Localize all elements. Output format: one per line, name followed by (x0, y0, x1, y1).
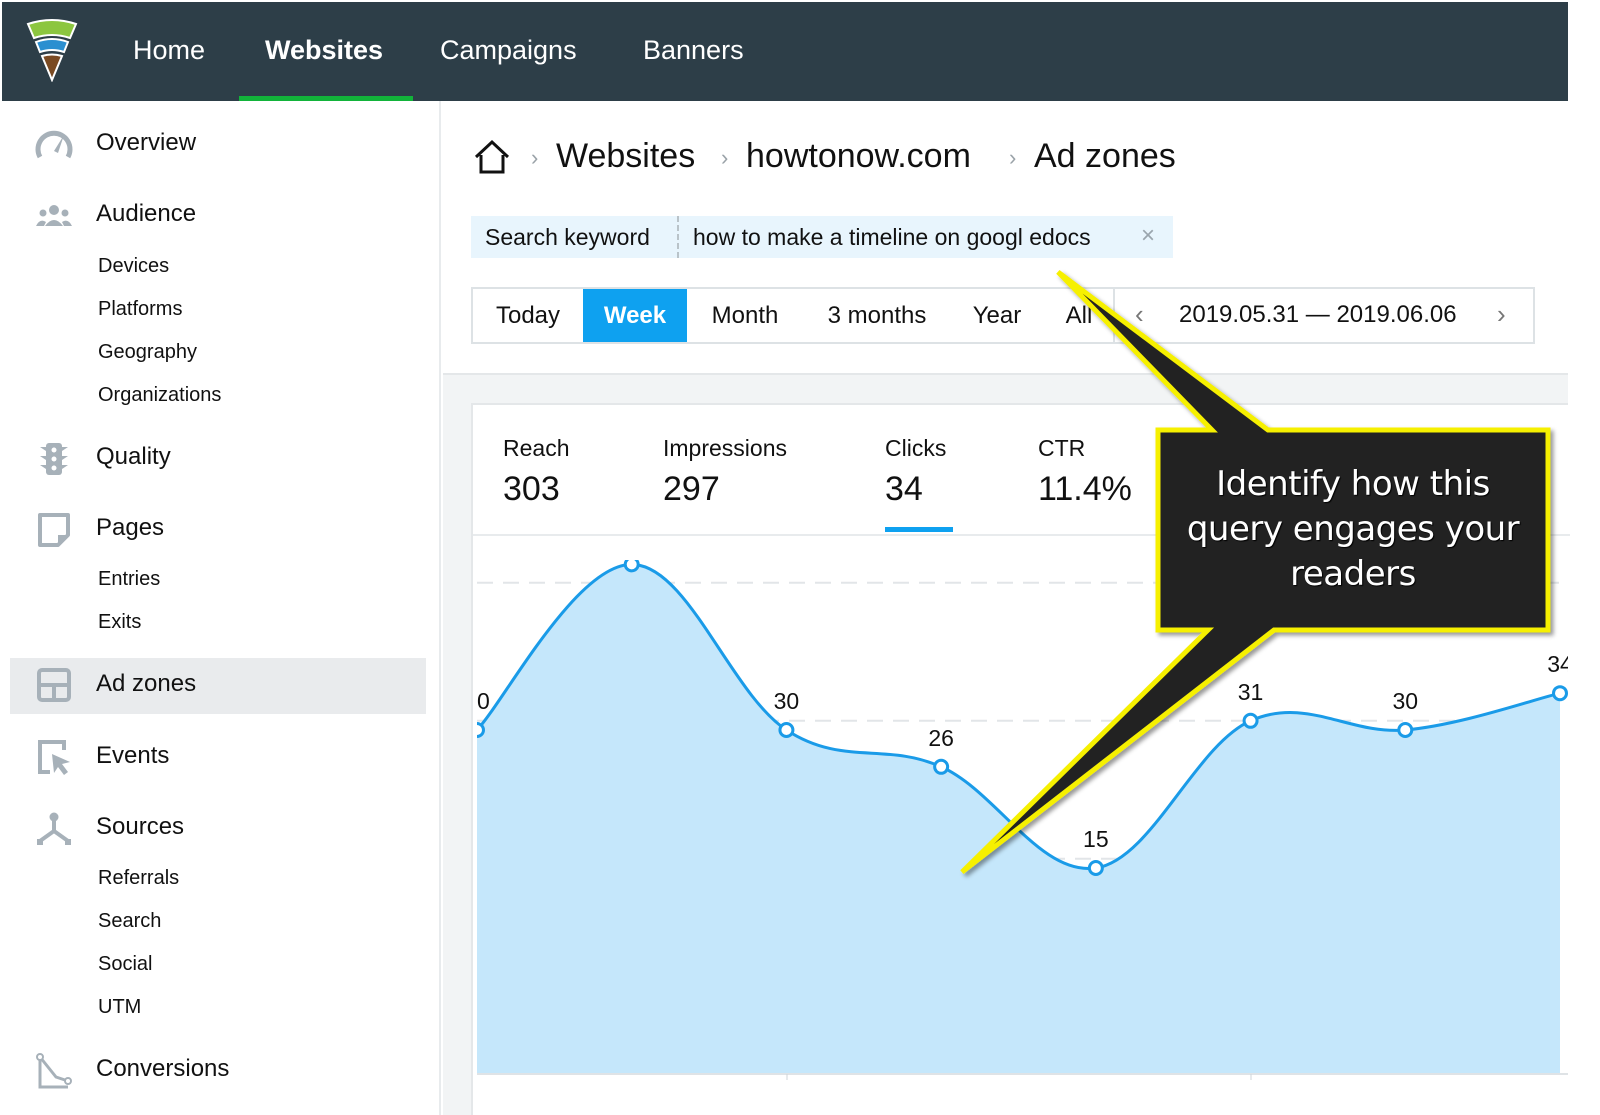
sidebar-item-label: Ad zones (96, 670, 197, 697)
sidebar-item-label: Pages (96, 514, 165, 541)
layout-icon (37, 668, 71, 702)
metric-value: 11.4% (1038, 470, 1132, 508)
callout-line: query engages your (1186, 509, 1520, 549)
chevron-right-icon[interactable]: › (1497, 299, 1506, 330)
period-3-months[interactable]: 3 months (803, 289, 951, 342)
data-label: 34 (1547, 651, 1568, 677)
traffic-light-icon (40, 443, 68, 475)
period-selector: Today Week Month 3 months Year All ‹ 201… (471, 287, 1535, 344)
period-week[interactable]: Week (583, 289, 687, 342)
metric-value: 303 (503, 470, 560, 508)
sidebar-item-quality[interactable]: Quality (10, 431, 426, 487)
breadcrumb-separator-icon: › (531, 145, 539, 170)
callout-text: Identify how this query engages your rea… (1160, 462, 1546, 597)
sidebar-item-label: Events (96, 742, 170, 769)
breadcrumb-separator-icon: › (1009, 145, 1017, 170)
metric-ctr[interactable]: CTR 11.4% (1038, 435, 1132, 509)
top-navigation: Home Websites Campaigns Banners (2, 2, 1568, 102)
breadcrumb-separator-icon: › (721, 145, 729, 170)
callout-line: Identify how this (1216, 464, 1490, 504)
nav-websites[interactable]: Websites (265, 2, 383, 101)
sidebar-item-conversions[interactable]: Conversions (10, 1043, 426, 1099)
data-label: 30 (477, 688, 490, 714)
metric-reach[interactable]: Reach 303 (503, 435, 569, 509)
metric-label: Clicks (885, 435, 947, 461)
filter-divider (677, 216, 679, 258)
home-icon[interactable] (473, 139, 511, 175)
data-label: 15 (1083, 826, 1109, 852)
sidebar-item-label: Quality (96, 443, 171, 470)
callout-line: readers (1290, 554, 1416, 594)
cursor-icon (38, 740, 70, 775)
sidebar-subitem-platforms[interactable]: Platforms (98, 298, 182, 321)
sidebar-subitem-referrals[interactable]: Referrals (98, 867, 179, 890)
data-point (778, 722, 795, 738)
period-month[interactable]: Month (687, 289, 803, 342)
data-point (477, 722, 485, 738)
clicks-chart: 3048302615313034 (477, 560, 1568, 1090)
sidebar-subitem-social[interactable]: Social (98, 953, 152, 976)
sidebar-item-overview[interactable]: Overview (10, 117, 426, 173)
data-point (1397, 722, 1414, 738)
data-point (933, 758, 950, 775)
metric-value: 34 (885, 470, 923, 508)
page-icon (38, 513, 70, 547)
sidebar-item-sources[interactable]: Sources (10, 801, 426, 857)
sidebar-item-label: Conversions (96, 1055, 230, 1082)
data-point (623, 560, 640, 573)
branch-icon (37, 812, 71, 845)
sidebar-subitem-devices[interactable]: Devices (98, 255, 169, 278)
nav-banners[interactable]: Banners (643, 2, 744, 101)
metric-label: Impressions (663, 435, 787, 461)
period-today[interactable]: Today (473, 289, 583, 342)
area-fill (477, 564, 1560, 1074)
breadcrumb-websites[interactable]: Websites (556, 137, 695, 176)
sidebar-subitem-organizations[interactable]: Organizations (98, 384, 221, 407)
data-label: 31 (1238, 679, 1264, 705)
sidebar-subitem-exits[interactable]: Exits (98, 611, 141, 634)
chevron-left-icon[interactable]: ‹ (1135, 299, 1144, 330)
people-icon (36, 205, 72, 226)
metric-impressions[interactable]: Impressions 297 (663, 435, 787, 509)
sidebar-item-label: Sources (96, 813, 185, 840)
data-point (1087, 860, 1104, 876)
sidebar-item-label: Overview (96, 129, 197, 156)
sidebar-item-label: Audience (96, 200, 197, 227)
sidebar-item-audience[interactable]: Audience (10, 188, 426, 244)
sidebar: Overview Audience Devices Platforms Geog… (2, 101, 441, 1115)
sidebar-item-pages[interactable]: Pages (10, 502, 426, 558)
breadcrumb-current: Ad zones (1034, 137, 1176, 175)
sidebar-subitem-entries[interactable]: Entries (98, 568, 160, 591)
period-year[interactable]: Year (951, 289, 1043, 342)
sidebar-subitem-search[interactable]: Search (98, 910, 161, 933)
breadcrumb-site[interactable]: howtonow.com (746, 137, 971, 176)
close-icon[interactable]: × (1141, 222, 1155, 250)
nav-home[interactable]: Home (133, 2, 205, 101)
period-all[interactable]: All (1043, 289, 1115, 342)
data-label: 30 (774, 688, 800, 714)
sidebar-item-ad-zones[interactable]: Ad zones (10, 658, 426, 714)
sidebar-item-events[interactable]: Events (10, 730, 426, 786)
data-label: 26 (928, 725, 954, 751)
metric-label: CTR (1038, 435, 1086, 461)
sidebar-subitem-geography[interactable]: Geography (98, 341, 197, 364)
metric-value: 297 (663, 470, 720, 508)
period-divider (1113, 289, 1115, 342)
funnel-logo-icon[interactable] (24, 18, 80, 82)
search-keyword-filter: Search keyword how to make a timeline on… (471, 216, 1173, 258)
chart-svg: 3048302615313034 (477, 560, 1568, 1080)
selected-metric-indicator (885, 527, 953, 532)
filter-key: Search keyword (485, 224, 650, 250)
funnel-path-icon (36, 1053, 72, 1089)
sidebar-subitem-utm[interactable]: UTM (98, 996, 141, 1019)
nav-campaigns[interactable]: Campaigns (440, 2, 577, 101)
data-point (1242, 712, 1259, 729)
data-point (1552, 685, 1568, 702)
speedometer-icon (35, 130, 73, 159)
filter-value: how to make a timeline on googl edocs (693, 224, 1091, 250)
metric-label: Reach (503, 435, 570, 461)
metric-clicks[interactable]: Clicks 34 (885, 435, 946, 509)
date-range[interactable]: 2019.05.31 — 2019.06.06 (1179, 301, 1457, 329)
data-label: 30 (1392, 688, 1418, 714)
